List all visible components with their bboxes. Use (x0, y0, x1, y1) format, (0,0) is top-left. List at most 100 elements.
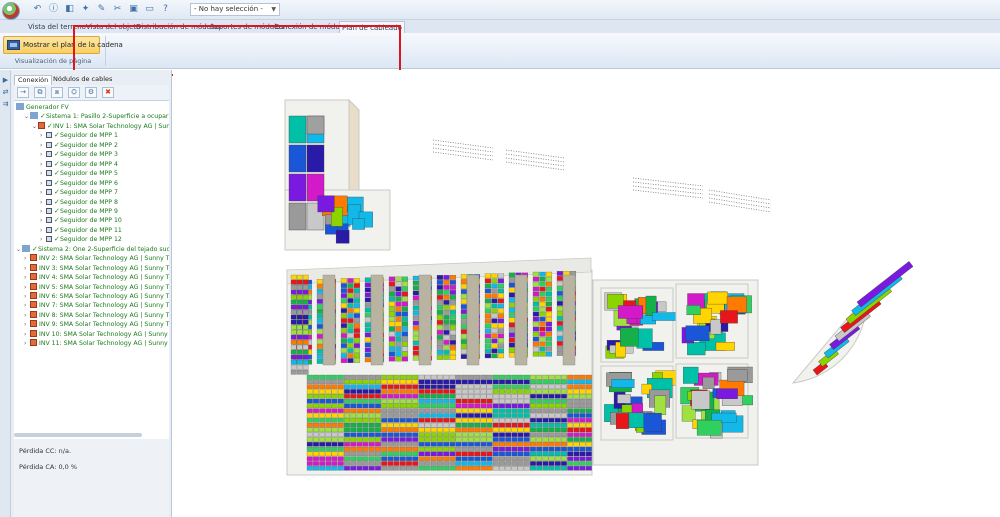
cable-node-icon[interactable]: ⧈ (51, 87, 63, 98)
pv-module (437, 451, 443, 457)
tree-item-inverter[interactable]: › INV 11: SMA Solar Technology AG | Sunny… (24, 339, 169, 348)
pv-module (393, 432, 400, 437)
pv-module (302, 309, 309, 315)
copy-icon[interactable]: ⧉ (34, 87, 46, 98)
connect-auto-icon[interactable]: ⛭ (68, 87, 80, 98)
pv-module (497, 333, 505, 339)
cable-plan-canvas[interactable] (173, 70, 1000, 517)
pv-module (474, 389, 481, 394)
tree-item-mpp-tracker[interactable]: › ✓Seguidor de MPP 10 (40, 216, 122, 225)
pv-module (492, 408, 499, 413)
delete-icon[interactable]: ✖ (102, 87, 114, 98)
pv-module (319, 427, 326, 433)
tree-item-mpp-tracker[interactable]: › ✓Seguidor de MPP 5 (40, 169, 118, 178)
pv-module (492, 398, 499, 404)
pv-module (340, 283, 348, 288)
pv-module (331, 418, 338, 423)
pv-module (468, 432, 474, 437)
tab-conexion[interactable]: Conexión (14, 75, 53, 85)
pv-module (573, 374, 580, 380)
tree-item-inverter[interactable]: › INV 10: SMA Solar Technology AG | Sunny… (24, 329, 169, 339)
pv-module (316, 344, 324, 349)
tree-item-mpp-tracker[interactable]: › ✓Seguidor de MPP 11 (40, 226, 122, 235)
pv-module (443, 355, 450, 360)
mpp-tracker-icon (46, 141, 52, 148)
pv-module (424, 394, 431, 399)
info-icon[interactable]: ⓘ (48, 4, 59, 15)
pv-module (443, 325, 450, 330)
selection-dropdown[interactable]: - No hay selección - ▼ (190, 3, 280, 16)
pv-module (436, 285, 444, 290)
pv-module (561, 408, 567, 413)
tree-item-inverter[interactable]: › INV 7: SMA Solar Technology AG | Sunny … (24, 301, 169, 310)
tree-item-mpp-tracker[interactable]: › ✓Seguidor de MPP 9 (40, 207, 118, 216)
pv-module (387, 456, 394, 461)
pv-module (486, 398, 493, 404)
tree-item-mpp-tracker[interactable]: › ✓Seguidor de MPP 4 (40, 160, 118, 169)
pv-module (387, 461, 394, 466)
tree-item-inverter[interactable]: › INV 9: SMA Solar Technology AG | Sunny … (24, 320, 169, 329)
pv-module (468, 403, 474, 409)
tree-item-inverter[interactable]: › INV 6: SMA Solar Technology AG | Sunny … (24, 292, 169, 301)
pv-module (449, 432, 456, 437)
tree-item-inverter[interactable]: › INV 8: SMA Solar Technology AG | Sunny … (24, 310, 169, 320)
walkway (562, 274, 576, 366)
tree-item-generator[interactable]: Generador FV (16, 103, 69, 112)
roof-plan-drawing[interactable] (173, 70, 1000, 517)
pv-module (401, 346, 409, 352)
tree-horizontal-scrollbar[interactable] (14, 433, 142, 437)
pv-module (296, 279, 303, 285)
cable-icon[interactable]: ⇉ (1, 100, 10, 108)
tab-nodulos-de-cables[interactable]: Nódulos de cables (50, 75, 115, 85)
lightbulb-icon[interactable]: ✦ (80, 4, 91, 15)
pv-module (325, 461, 332, 466)
tree-item-mpp-tracker[interactable]: › ✓Seguidor de MPP 2 (40, 141, 118, 150)
pv-module (347, 293, 354, 298)
pv-module (579, 456, 586, 461)
tree-item-system[interactable]: ⌄ ✓Sistema 1: Pasillo 2-Superficie a ocup… (24, 112, 169, 121)
tree-item-inverter[interactable]: ⌄✓INV 1: SMA Solar Technology AG | Sunny… (32, 121, 169, 131)
connection-icon[interactable]: ⇄ (1, 88, 10, 96)
pv-module (375, 379, 381, 385)
pv-module (430, 398, 437, 404)
pv-module (412, 394, 419, 399)
panel-toolbar: → ⧉ ⧈ ⛭ ⚙ ✖ (14, 85, 169, 101)
string-line (505, 149, 566, 159)
pv-module (523, 432, 530, 437)
tree-item-inverter[interactable]: › INV 2: SMA Solar Technology AG | Sunny … (24, 254, 169, 263)
pv-module (353, 288, 361, 293)
pv-module (412, 456, 419, 461)
folder-icon[interactable]: ▭ (144, 4, 155, 15)
pv-module (480, 403, 487, 409)
pv-module (480, 384, 487, 389)
string-line (708, 189, 772, 201)
tools-icon[interactable]: ✎ (96, 4, 107, 15)
connect-arrow-icon[interactable]: → (17, 87, 29, 98)
pv-module (393, 437, 400, 442)
pv-module (388, 346, 396, 352)
project-icon[interactable]: ◧ (64, 4, 75, 15)
undo-icon[interactable]: ↶ (32, 4, 43, 15)
tree-item-system[interactable]: ⌄ ✓Sistema 2: One 2-Superficie del tejado… (16, 244, 169, 254)
tree-item-mpp-tracker[interactable]: › ✓Seguidor de MPP 12 (40, 235, 122, 244)
pv-module (344, 432, 350, 437)
tree-item-inverter[interactable]: › INV 5: SMA Solar Technology AG | Sunny … (24, 282, 169, 292)
pv-module (375, 466, 381, 471)
tree-item-mpp-tracker[interactable]: › ✓Seguidor de MPP 1 (40, 131, 118, 140)
tree-item-inverter[interactable]: › INV 3: SMA Solar Technology AG | Sunny … (24, 263, 169, 273)
settings-icon[interactable]: ⚙ (85, 87, 97, 98)
pv-module (492, 461, 499, 466)
app-menu-button[interactable] (2, 2, 20, 20)
tree-item-inverter[interactable]: › INV 4: SMA Solar Technology AG | Sunny … (24, 273, 169, 282)
save-icon[interactable]: ▣ (128, 4, 139, 15)
collapse-arrow-icon[interactable]: ▶ (1, 76, 10, 84)
tree-item-mpp-tracker[interactable]: › ✓Seguidor de MPP 8 (40, 198, 118, 207)
pv-module (505, 403, 512, 409)
tree-item-mpp-tracker[interactable]: › ✓Seguidor de MPP 6 (40, 179, 118, 188)
help-icon[interactable]: ? (160, 4, 171, 15)
tree-item-mpp-tracker[interactable]: › ✓Seguidor de MPP 3 (40, 150, 118, 159)
pv-module (296, 309, 303, 315)
pv-module (556, 316, 564, 321)
tree-item-mpp-tracker[interactable]: › ✓Seguidor de MPP 7 (40, 188, 118, 197)
wrench-icon[interactable]: ✂ (112, 4, 123, 15)
